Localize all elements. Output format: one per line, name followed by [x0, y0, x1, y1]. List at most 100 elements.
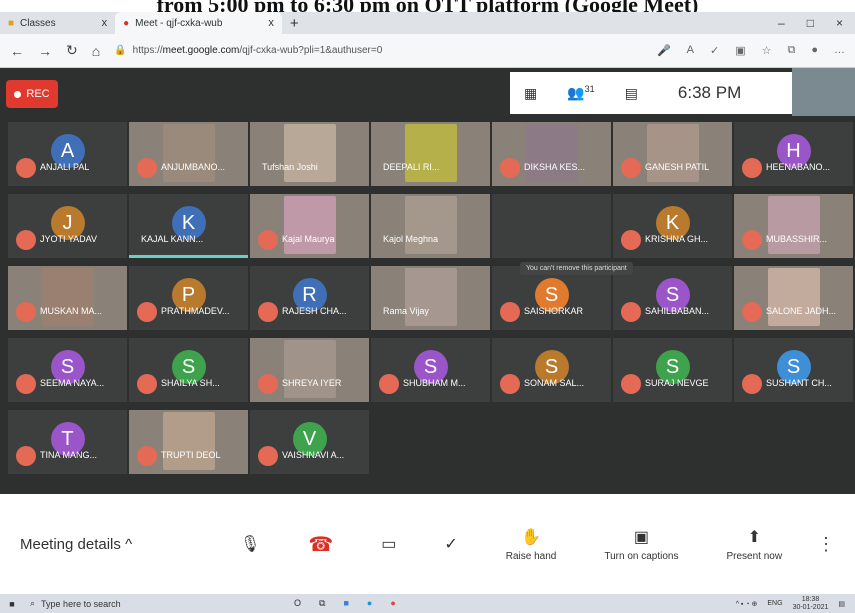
participant-video	[525, 124, 578, 182]
leave-call-button[interactable]: ☎	[308, 532, 333, 557]
close-window-button[interactable]: ×	[836, 16, 843, 30]
participant-tile[interactable]: A ANJALI PAL	[8, 122, 127, 186]
participant-tile[interactable]: S SAHILBABAN...	[613, 266, 732, 330]
new-tab-button[interactable]: +	[282, 15, 307, 32]
rec-label: REC	[26, 88, 50, 100]
participant-tile[interactable]: H HEENABANO...	[734, 122, 853, 186]
task-view-icon[interactable]: ⧉	[319, 598, 325, 609]
file-explorer-icon[interactable]: ■	[343, 598, 348, 609]
system-tray: ^ ▪ ◔ ⊕ ENG 18:38 30-01-2021 ▤	[736, 596, 855, 612]
call-controls: 🎙 ☎ ▭ ✓ ✋ Raise hand ▣ Turn on captions ⬆ P…	[240, 527, 782, 562]
read-aloud-icon[interactable]: A	[687, 44, 694, 57]
participant-tile[interactable]: Kajol Meghna	[371, 194, 490, 258]
taskbar-search[interactable]: ⌕ Type here to search	[24, 598, 174, 609]
chat-icon[interactable]: ▤	[625, 85, 638, 102]
participant-tile[interactable]: P PRATHMADEV...	[129, 266, 248, 330]
people-button[interactable]: 👥31	[567, 84, 594, 102]
participant-tile[interactable]: DIKSHA KES...	[492, 122, 611, 186]
search-placeholder: Type here to search	[41, 598, 121, 609]
participant-tile[interactable]: S SEEMA NAYA...	[8, 338, 127, 402]
language-indicator[interactable]: ENG	[767, 600, 782, 607]
tab-meet[interactable]: ● Meet - qjf-cxka-wub x	[115, 12, 282, 34]
favorites-icon[interactable]: ☆	[762, 44, 772, 57]
browser-tab-bar: ■ Classes x ● Meet - qjf-cxka-wub x + – …	[0, 12, 855, 34]
muted-mic-icon	[379, 374, 399, 394]
participant-name: PRATHMADEV...	[161, 306, 230, 316]
mic-button[interactable]: 🎙	[240, 534, 260, 554]
muted-mic-icon	[258, 302, 278, 322]
participant-tile[interactable]: MUBASSHIR...	[734, 194, 853, 258]
present-label: Present now	[726, 550, 783, 562]
clock-date: 30-01-2021	[792, 603, 829, 611]
participant-name: DIKSHA KES...	[524, 162, 586, 172]
back-icon[interactable]: ←	[10, 43, 24, 59]
participant-tile[interactable]: J JYOTI YADAV	[8, 194, 127, 258]
address-bar: ← → ↻ ⌂ 🔒 https://meet.google.com/qjf-cx…	[0, 34, 855, 68]
maximize-button[interactable]: □	[807, 16, 814, 30]
url-domain: meet.google.com	[162, 45, 240, 56]
participant-tile[interactable]: Tufshan Joshi	[250, 122, 369, 186]
participant-name: Tufshan Joshi	[262, 162, 318, 172]
tab-classes[interactable]: ■ Classes x	[0, 12, 115, 34]
muted-mic-icon	[137, 374, 157, 394]
participant-tile[interactable]: K KRISHNA GH...	[613, 194, 732, 258]
grid-layout-icon[interactable]: ▦	[524, 85, 537, 102]
participant-tile[interactable]: MUSKAN MA...	[8, 266, 127, 330]
participant-tile[interactable]: V VAISHNAVI A...	[250, 410, 369, 474]
tab-close-icon[interactable]: x	[268, 17, 274, 29]
participant-tile[interactable]: SHREYA IYER	[250, 338, 369, 402]
muted-mic-icon	[16, 446, 36, 466]
participant-video	[283, 196, 336, 254]
muted-mic-icon	[742, 374, 762, 394]
participant-tile[interactable]: DEEPALI RI...	[371, 122, 490, 186]
more-options-icon[interactable]: ⋮	[817, 534, 835, 555]
more-icon[interactable]: …	[834, 44, 845, 57]
captions-button[interactable]: ▣ Turn on captions	[604, 527, 678, 562]
participant-tile[interactable]: S SURAJ NEVGE	[613, 338, 732, 402]
participant-tile[interactable]: TRUPTI DEOL	[129, 410, 248, 474]
participant-tile[interactable]: GANESH PATIL	[613, 122, 732, 186]
participant-name: SEEMA NAYA...	[40, 378, 105, 388]
participant-tile[interactable]: ANJUMBANO...	[129, 122, 248, 186]
raise-hand-button[interactable]: ✋ Raise hand	[506, 527, 557, 562]
participant-tile[interactable]	[492, 194, 611, 258]
participant-tile[interactable]: K KAJAL KANN...	[129, 194, 248, 258]
profile-icon[interactable]: ●	[811, 44, 818, 57]
collections-icon[interactable]: ⧉	[787, 44, 795, 57]
tray-icons[interactable]: ^ ▪ ◔ ⊕	[736, 600, 758, 608]
extension-icon[interactable]: ✓	[710, 44, 719, 57]
notifications-icon[interactable]: ▤	[838, 600, 845, 608]
forward-icon[interactable]: →	[38, 43, 52, 59]
participant-tile[interactable]: S SONAM SAL...	[492, 338, 611, 402]
present-now-button[interactable]: ⬆ Present now	[726, 527, 782, 562]
participant-tile[interactable]: T TINA MANG...	[8, 410, 127, 474]
extension-icon[interactable]: ▣	[735, 44, 745, 57]
url-field[interactable]: 🔒 https://meet.google.com/qjf-cxka-wub?p…	[114, 45, 643, 56]
cortana-icon[interactable]: O	[294, 598, 301, 609]
start-button[interactable]: ■	[0, 599, 24, 609]
participant-tile[interactable]: S SHAILYA SH...	[129, 338, 248, 402]
meeting-details-button[interactable]: Meeting details ^	[20, 536, 240, 553]
participant-tile[interactable]: Kajal Maurya	[250, 194, 369, 258]
home-icon[interactable]: ⌂	[92, 43, 100, 59]
participant-tile[interactable]: S SHUBHAM M...	[371, 338, 490, 402]
muted-mic-icon	[500, 158, 520, 178]
mic-permission-icon[interactable]: 🎤	[657, 44, 671, 57]
participant-tile[interactable]: S SAISHORKAR	[492, 266, 611, 330]
muted-mic-icon	[500, 302, 520, 322]
checkmark-button[interactable]: ✓	[444, 534, 457, 554]
participant-tile[interactable]: S SUSHANT CH...	[734, 338, 853, 402]
participant-tile[interactable]: SALONE JADH...	[734, 266, 853, 330]
tab-close-icon[interactable]: x	[102, 17, 108, 29]
participant-tile[interactable]: R RAJESH CHA...	[250, 266, 369, 330]
clock[interactable]: 18:38 30-01-2021	[793, 596, 829, 612]
minimize-button[interactable]: –	[778, 16, 785, 30]
participant-tile[interactable]: Rama Vijay	[371, 266, 490, 330]
chevron-up-icon: ^	[125, 535, 133, 553]
taskbar-apps: O ⧉ ■ ● ●	[294, 598, 396, 609]
edge-icon[interactable]: ●	[367, 598, 372, 609]
reload-icon[interactable]: ↻	[66, 42, 78, 59]
camera-button[interactable]: ▭	[381, 534, 396, 554]
tab-label: Meet - qjf-cxka-wub	[135, 17, 223, 29]
app-icon[interactable]: ●	[390, 598, 395, 609]
